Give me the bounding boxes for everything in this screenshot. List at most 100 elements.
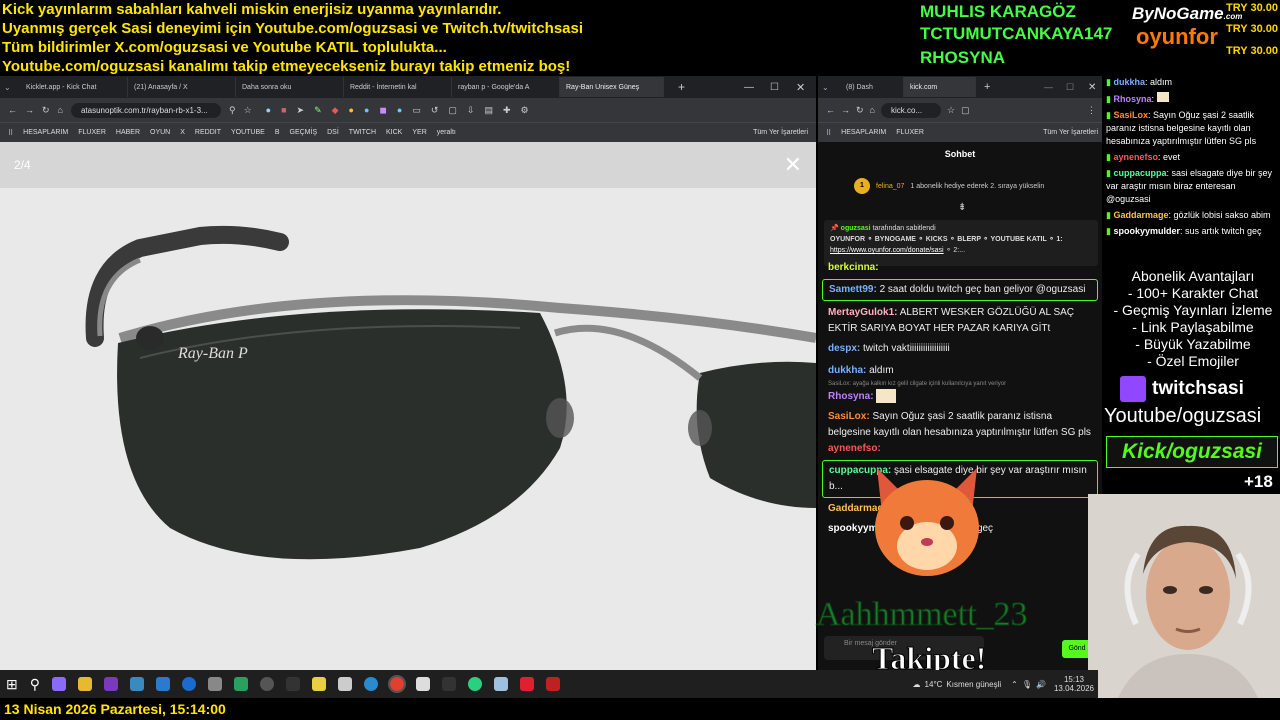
minimize-icon[interactable]: — — [744, 82, 770, 93]
url-field[interactable]: atasunoptik.com.tr/rayban-rb-x1-3... — [70, 102, 221, 118]
bookmark-hesaplarim[interactable]: HESAPLARIM — [23, 129, 68, 136]
bookmark-yeralti[interactable]: yeraltı — [437, 129, 456, 136]
forward-icon[interactable]: → — [25, 105, 34, 115]
right-ext-icon[interactable]: ▢ — [961, 105, 970, 116]
bookmark-fluxer[interactable]: FLUXER — [78, 129, 106, 136]
right-close-icon[interactable]: ✕ — [1088, 82, 1102, 93]
right-address-bar: ← → ↻ ⌂ kick.co... ☆ ▢ ⋮ — [818, 98, 1102, 122]
app-circle-icon[interactable] — [468, 677, 482, 691]
bookmark-apps-icon[interactable]: ⠿ — [8, 129, 13, 137]
monitor-icon[interactable] — [130, 677, 144, 691]
product-image: Ray-Ban P — [0, 188, 816, 670]
gifter-name[interactable]: felina_07 — [876, 183, 904, 190]
volume-icon[interactable]: 🔊 — [1036, 680, 1046, 689]
ghost-icon[interactable] — [286, 677, 300, 691]
maximize-icon[interactable]: ☐ — [770, 82, 796, 93]
collapse-icon[interactable]: ⇟ — [958, 202, 966, 213]
perk-item: - Büyük Yazabilme — [1135, 336, 1251, 352]
notes-icon[interactable] — [312, 677, 326, 691]
new-tab-icon[interactable]: + — [678, 80, 685, 94]
page-counter: 2/4 — [14, 158, 31, 172]
tab-reddit[interactable]: Reddit - İnternetin kal — [344, 77, 452, 97]
search-icon[interactable]: ⚲ — [30, 676, 40, 693]
weather-desc[interactable]: Kısmen güneşli — [946, 680, 1001, 689]
tab-kick[interactable]: kick.com — [904, 77, 976, 97]
right-bookmark-all[interactable]: Tüm Yer İşaretleri — [1043, 129, 1098, 136]
overlay-msg: ▮ Rhosyna: — [1106, 92, 1280, 106]
bookmark-reddit[interactable]: REDDIT — [195, 129, 221, 136]
app-red-icon[interactable] — [546, 677, 560, 691]
bookmark-x[interactable]: X — [180, 129, 185, 136]
donor-2: TCTUMUTCANKAYA147 — [920, 24, 1113, 43]
folder-icon[interactable] — [78, 677, 92, 691]
chrome-icon[interactable] — [388, 675, 406, 693]
camera-icon[interactable] — [208, 677, 222, 691]
chat-header: Sohbet — [944, 149, 976, 159]
perk-item: - Özel Emojiler — [1147, 353, 1239, 369]
bookmark-yer[interactable]: YER — [412, 129, 426, 136]
gifter-rank-badge: 1 — [854, 178, 870, 194]
app-blue-icon[interactable] — [364, 677, 378, 691]
music-icon[interactable] — [442, 677, 456, 691]
right-tab-search-icon[interactable]: ⌄ — [822, 83, 840, 92]
start-icon[interactable]: ⊞ — [6, 676, 18, 693]
close-window-icon[interactable]: ✕ — [796, 81, 816, 94]
tab-google[interactable]: rayban p - Google'da A — [452, 77, 560, 97]
tab-kicklet[interactable]: Kicklet.app - Kick Chat — [20, 77, 128, 97]
tab-rayban[interactable]: Ray-Ban Unisex Güneş — [560, 77, 664, 97]
tab-dash[interactable]: (8) Dash — [840, 77, 904, 97]
app-icon[interactable] — [338, 677, 352, 691]
tray-expand-icon[interactable]: ⌃ — [1011, 680, 1018, 689]
right-forward-icon[interactable]: → — [841, 105, 850, 115]
pen-app-icon[interactable] — [52, 677, 66, 691]
star-icon[interactable]: ☆ — [244, 105, 252, 116]
weather-temp[interactable]: 14°C — [925, 680, 943, 689]
bookmark-kick[interactable]: KICK — [386, 129, 402, 136]
right-reload-icon[interactable]: ↻ — [856, 105, 864, 116]
onenote-icon[interactable] — [104, 677, 118, 691]
clock[interactable]: 15:13 13.04.2026 — [1054, 675, 1094, 693]
home-icon[interactable]: ⌂ — [58, 105, 63, 115]
youtube-handle: Youtube/oguzsasi — [1104, 405, 1262, 427]
weather-icon: ☁ — [912, 679, 921, 689]
system-tray: ☁ 14°C Kısmen güneşli ⌃ 🎙 🔊 15:13 13.04.… — [913, 675, 1098, 693]
right-back-icon[interactable]: ← — [826, 105, 835, 115]
bookmark-haber[interactable]: HABER — [116, 129, 140, 136]
right-bookmark-fluxer[interactable]: FLUXER — [896, 129, 924, 136]
edge-dev-icon[interactable] — [156, 677, 170, 691]
bookmark-all[interactable]: Tüm Yer İşaretleri — [753, 129, 808, 136]
zoom-icon[interactable]: ⚲ — [229, 105, 236, 116]
vivaldi-icon[interactable] — [520, 677, 534, 691]
mic-icon[interactable]: 🎙 — [1022, 680, 1032, 689]
pinned-link[interactable]: https://www.oyunfor.com/donate/sasi — [830, 247, 944, 254]
edge-icon[interactable] — [182, 677, 196, 691]
tab-read-later[interactable]: Daha sonra oku — [236, 77, 344, 97]
bookmark-twitch[interactable]: TWITCH — [349, 129, 376, 136]
back-icon[interactable]: ← — [8, 105, 17, 115]
right-bookmark-apps-icon[interactable]: ⠿ — [826, 129, 831, 137]
right-maximize-icon[interactable]: ☐ — [1066, 82, 1088, 93]
right-menu-icon[interactable]: ⋮ — [1087, 105, 1096, 116]
reload-icon[interactable]: ↻ — [42, 105, 50, 116]
right-bookmark-hesaplarim[interactable]: HESAPLARIM — [841, 129, 886, 136]
right-minimize-icon[interactable]: — — [1044, 82, 1066, 92]
bookmark-youtube[interactable]: YOUTUBE — [231, 129, 265, 136]
steam-icon[interactable] — [260, 677, 274, 691]
tab-search-icon[interactable]: ⌄ — [4, 83, 20, 92]
bookmark-gecmis[interactable]: GEÇMİŞ — [290, 129, 318, 136]
bookmark-b[interactable]: B — [275, 129, 280, 136]
bookmark-oyun[interactable]: OYUN — [150, 129, 170, 136]
right-star-icon[interactable]: ☆ — [947, 105, 955, 116]
tab-x[interactable]: (21) Anasayfa / X — [128, 77, 236, 97]
app-doc-icon[interactable] — [494, 677, 508, 691]
app-green-icon[interactable] — [234, 677, 248, 691]
right-new-tab-icon[interactable]: + — [984, 81, 990, 93]
right-url-field[interactable]: kick.co... — [880, 102, 941, 118]
overlay-msg: ▮ SasiLox: Sayın Oğuz şasi 2 saatlik par… — [1106, 110, 1257, 146]
lens-logo: Ray-Ban P — [177, 345, 248, 362]
bookmark-dsi[interactable]: DSİ — [327, 129, 339, 136]
try-amount-2: TRY 30.00 — [1226, 23, 1278, 35]
close-gallery-icon[interactable]: ✕ — [784, 152, 802, 178]
right-home-icon[interactable]: ⌂ — [870, 105, 875, 115]
app-p-icon[interactable] — [416, 677, 430, 691]
